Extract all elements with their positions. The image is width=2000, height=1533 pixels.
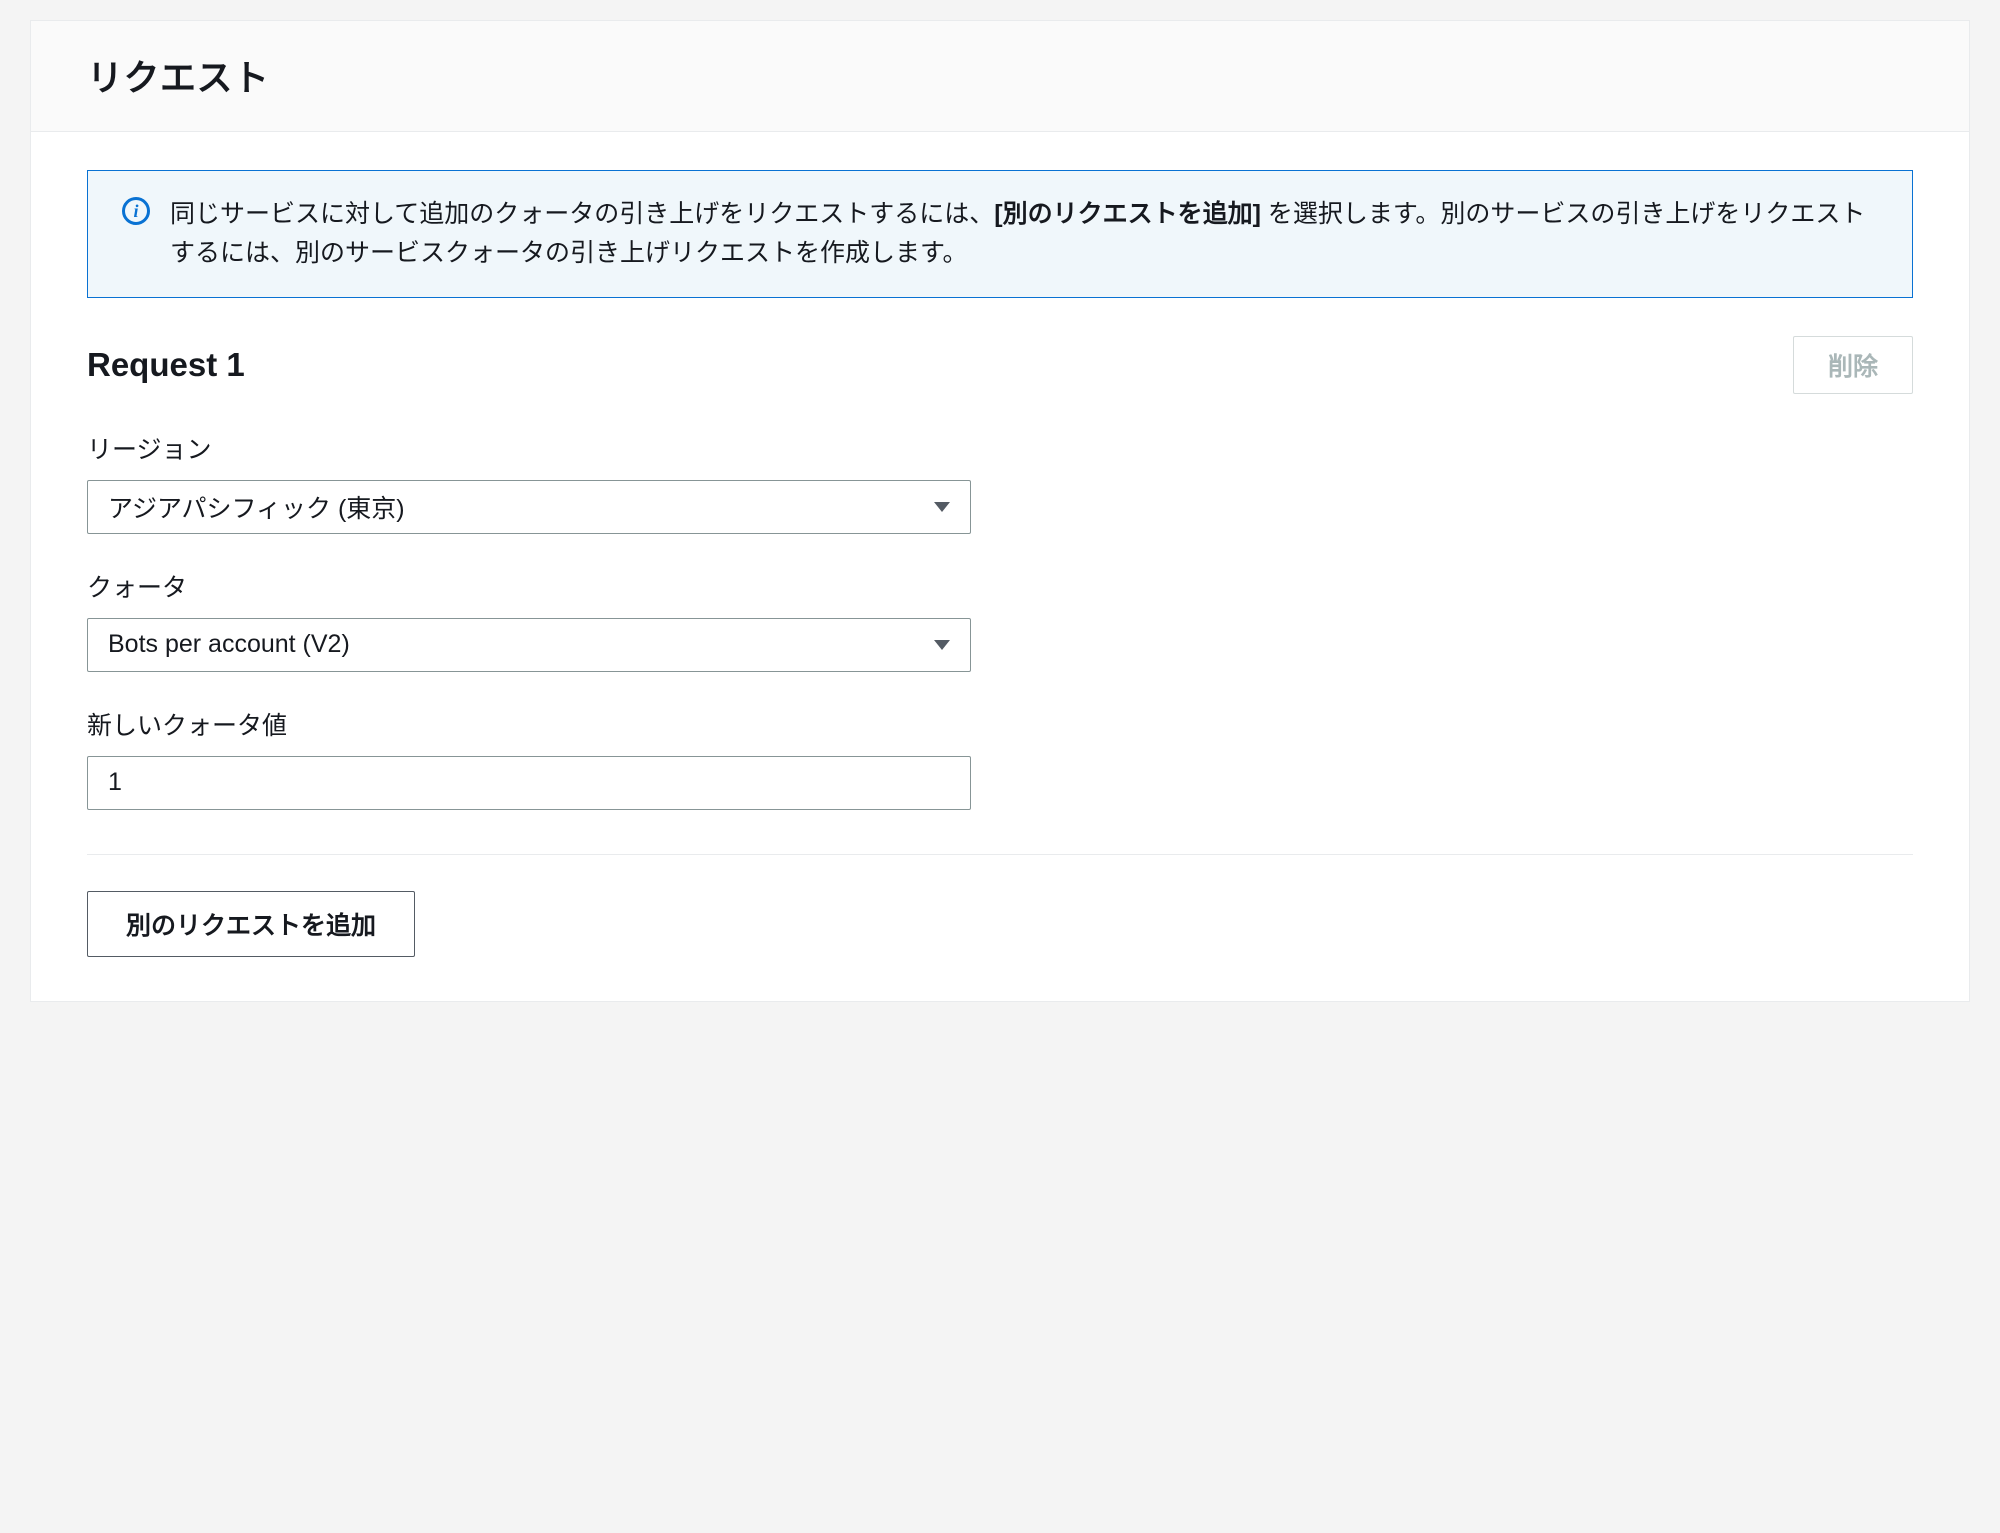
request-panel: リクエスト i 同じサービスに対して追加のクォータの引き上げをリクエストするには… — [30, 20, 1970, 1002]
quota-select-value: Bots per account (V2) — [108, 630, 350, 659]
quota-field-group: クォータ Bots per account (V2) — [87, 568, 1913, 672]
region-select-wrap: アジアパシフィック (東京) — [87, 480, 971, 534]
request-header-row: Request 1 削除 — [87, 336, 1913, 394]
chevron-down-icon — [934, 640, 950, 650]
quota-select-wrap: Bots per account (V2) — [87, 618, 971, 672]
region-field-group: リージョン アジアパシフィック (東京) — [87, 430, 1913, 534]
info-text-prefix: 同じサービスに対して追加のクォータの引き上げをリクエストするには、 — [170, 200, 994, 228]
info-icon-wrapper: i — [122, 195, 150, 225]
region-label: リージョン — [87, 430, 1913, 466]
add-request-button[interactable]: 別のリクエストを追加 — [87, 891, 415, 957]
chevron-down-icon — [934, 502, 950, 512]
new-value-field-group: 新しいクォータ値 — [87, 706, 1913, 810]
new-quota-value-input[interactable] — [87, 756, 971, 810]
request-title: Request 1 — [87, 346, 245, 384]
quota-select[interactable]: Bots per account (V2) — [87, 618, 971, 672]
divider — [87, 854, 1913, 855]
info-alert: i 同じサービスに対して追加のクォータの引き上げをリクエストするには、[別のリク… — [87, 170, 1913, 298]
info-icon: i — [122, 197, 150, 225]
panel-title: リクエスト — [87, 49, 1913, 101]
panel-body: i 同じサービスに対して追加のクォータの引き上げをリクエストするには、[別のリク… — [31, 132, 1969, 1001]
quota-label: クォータ — [87, 568, 1913, 604]
info-alert-text: 同じサービスに対して追加のクォータの引き上げをリクエストするには、[別のリクエス… — [170, 195, 1868, 273]
info-text-bold: [別のリクエストを追加] — [994, 200, 1261, 228]
delete-button[interactable]: 削除 — [1793, 336, 1913, 394]
region-select-value: アジアパシフィック (東京) — [108, 489, 405, 525]
new-value-input-wrap — [87, 756, 971, 810]
panel-header: リクエスト — [31, 21, 1969, 132]
new-value-label: 新しいクォータ値 — [87, 706, 1913, 742]
region-select[interactable]: アジアパシフィック (東京) — [87, 480, 971, 534]
